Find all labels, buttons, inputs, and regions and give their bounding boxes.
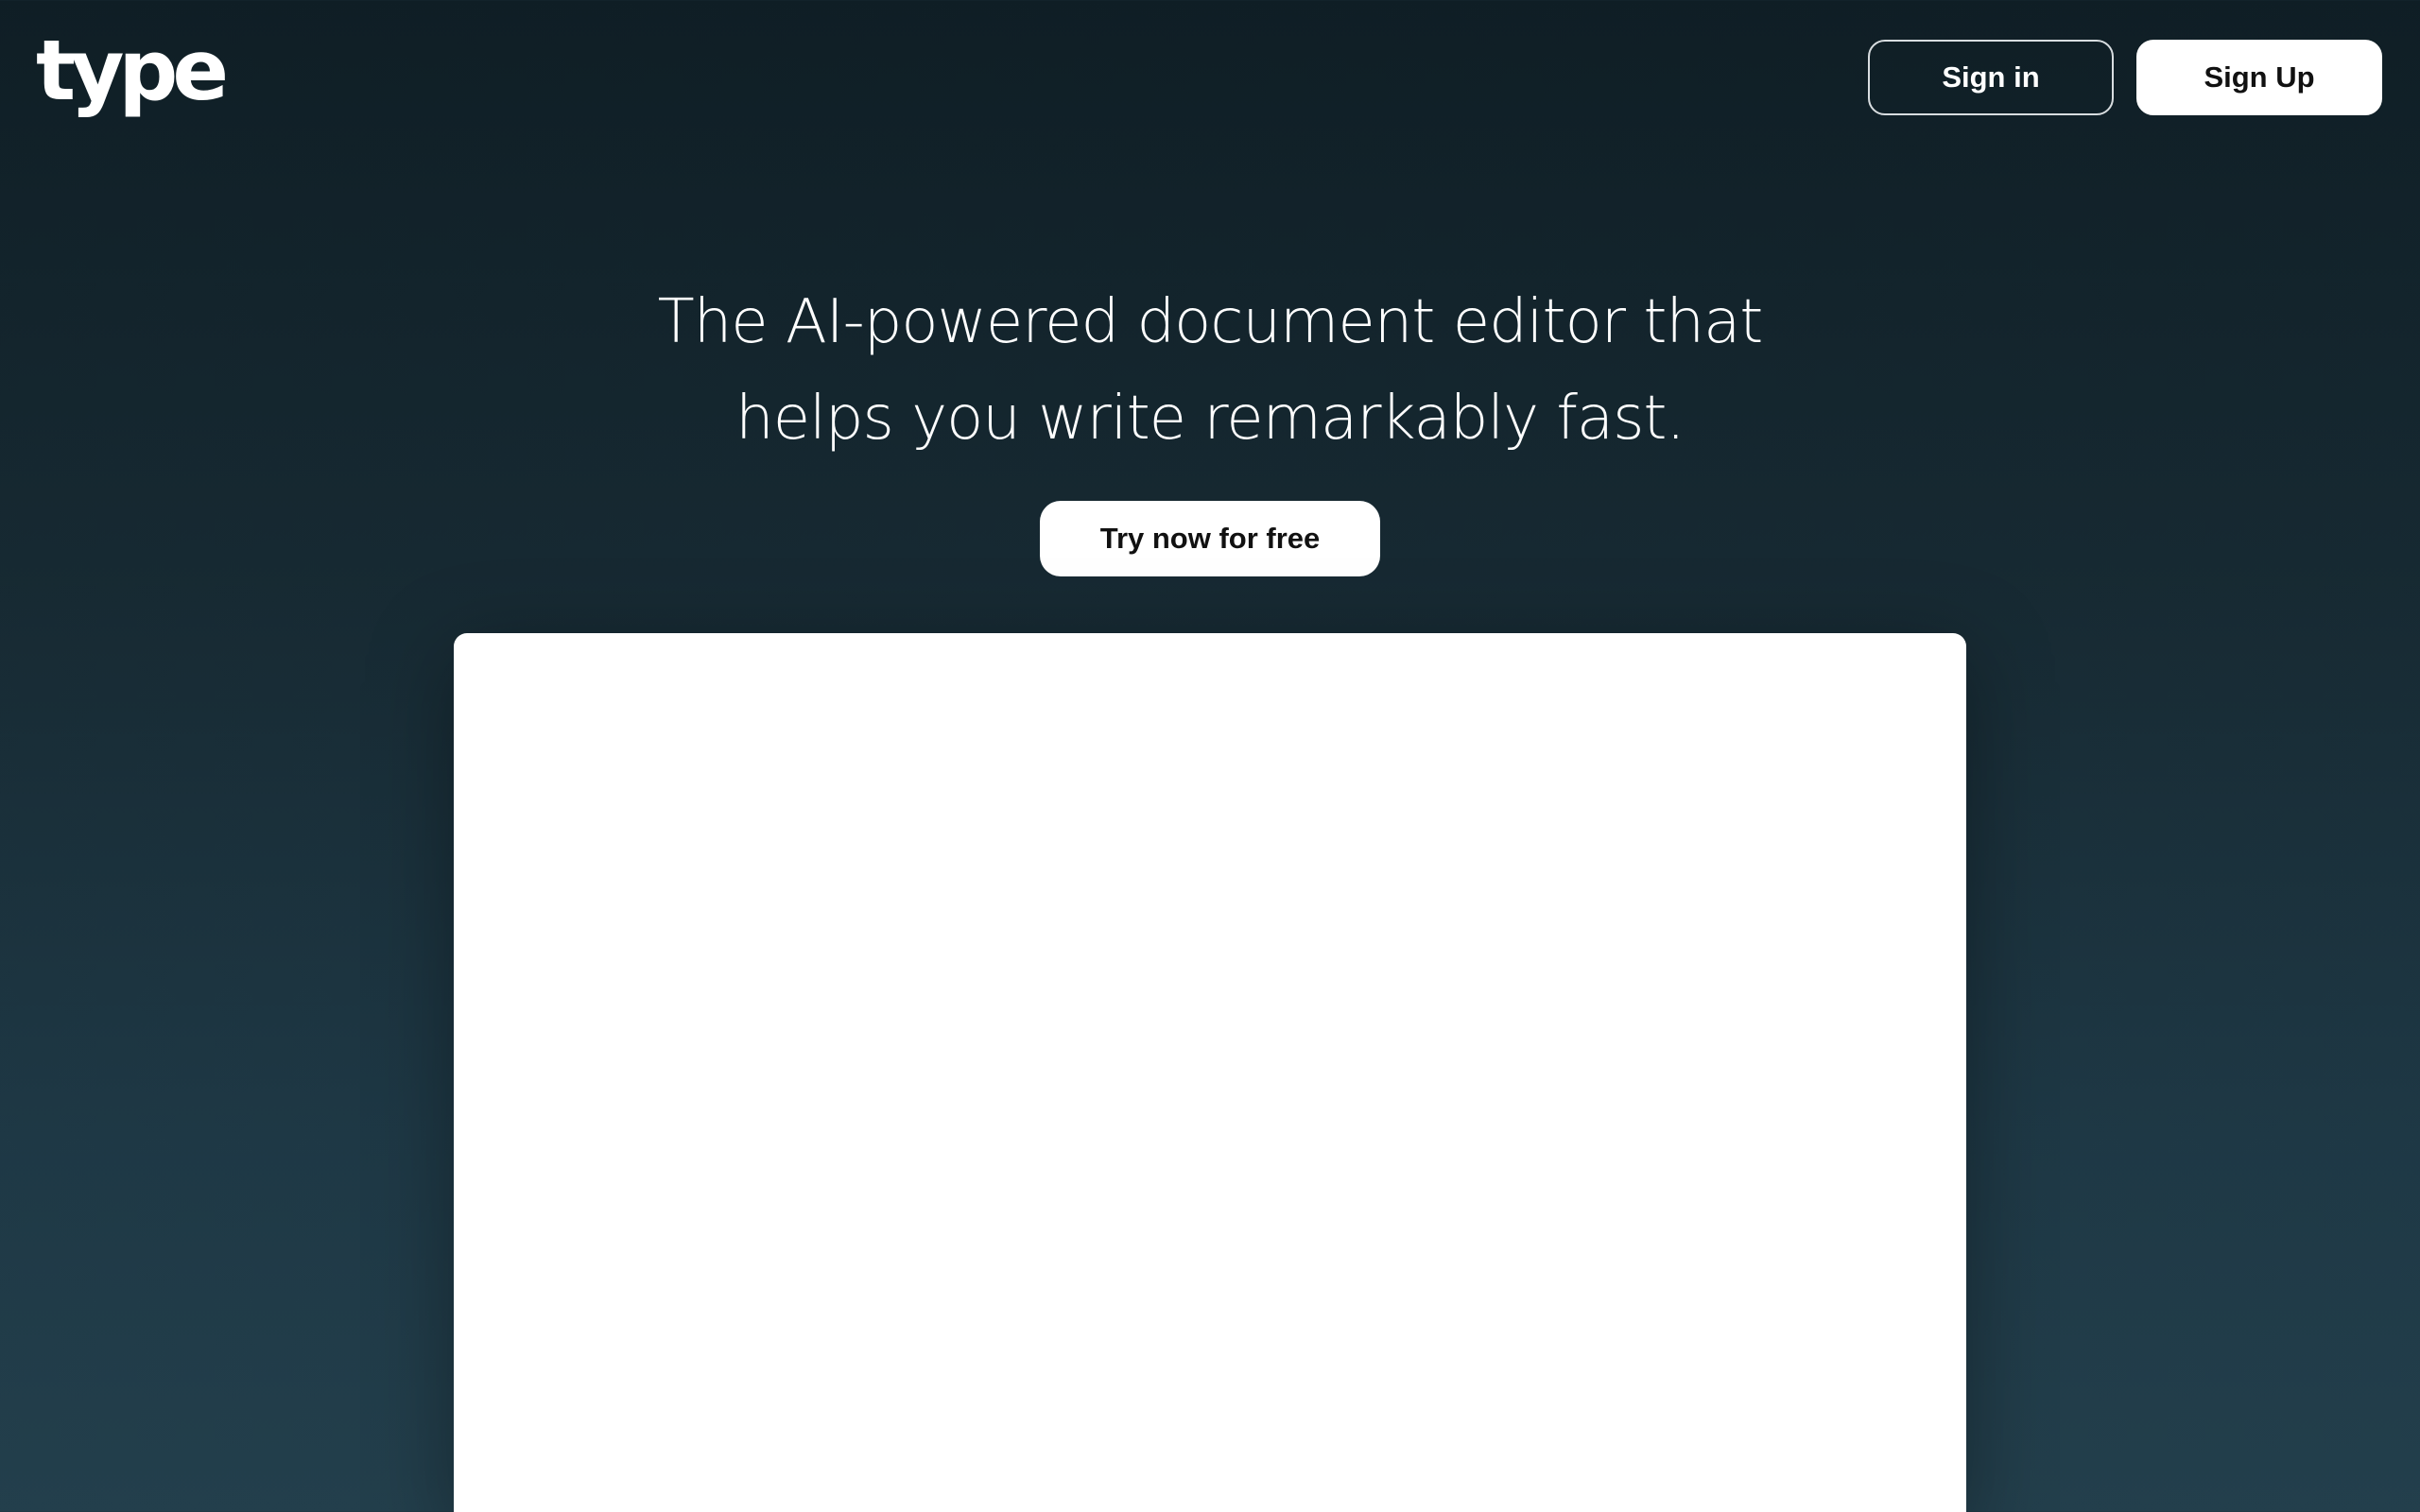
hero-headline: The AI-powered document editor that help…	[0, 274, 2420, 467]
hero-headline-line-2: helps you write remarkably fast.	[735, 384, 1685, 454]
try-free-button[interactable]: Try now for free	[1040, 501, 1380, 576]
sign-up-button[interactable]: Sign Up	[2136, 40, 2382, 115]
brand-logo-text: type	[36, 22, 229, 119]
header-nav: Sign in Sign Up	[1868, 40, 2382, 115]
sign-in-button[interactable]: Sign in	[1868, 40, 2114, 115]
editor-preview-panel	[454, 633, 1966, 1512]
hero-headline-line-1: The AI-powered document editor that	[657, 287, 1764, 357]
brand-logo[interactable]: type	[36, 19, 229, 123]
